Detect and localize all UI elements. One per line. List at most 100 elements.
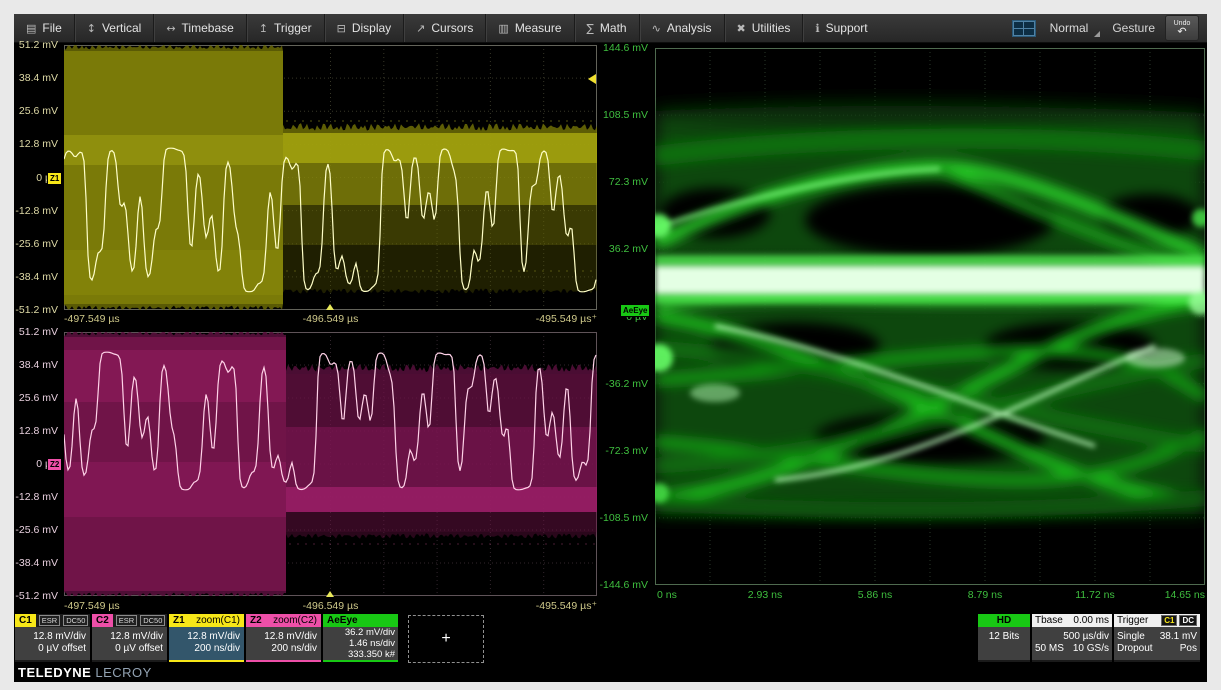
- z2-vdiv: 12.8 mV/div: [250, 631, 317, 643]
- hd-label: HD: [978, 614, 1030, 627]
- z2-title: zoom(C2): [273, 615, 317, 626]
- descriptor-c1[interactable]: C1ESRDC50 12.8 mV/div0 µV offset: [15, 614, 90, 662]
- descriptor-z2[interactable]: Z2 zoom(C2) 12.8 mV/div200 ns/div: [246, 614, 321, 662]
- math-icon: ∑: [587, 22, 594, 35]
- eye-diagram-waveform: [655, 48, 1205, 585]
- menu-label-display: Display: [352, 21, 391, 35]
- menu-label-analysis: Analysis: [667, 21, 712, 35]
- menu-item-file[interactable]: ▤File: [14, 14, 75, 42]
- tbase-value: 0.00 ms: [1073, 615, 1109, 626]
- tbase-label: Tbase: [1035, 615, 1063, 626]
- z1-title: zoom(C1): [196, 615, 240, 626]
- descriptor-c2[interactable]: C2ESRDC50 12.8 mV/div0 µV offset: [92, 614, 167, 662]
- menu-label-trigger: Trigger: [274, 21, 312, 35]
- z2-id: Z2: [250, 615, 262, 626]
- x-axis-label: 5.86 ns: [858, 589, 892, 601]
- x-axis-label: 2.93 ns: [748, 589, 782, 601]
- y-axis-label: -12.8 mV: [15, 205, 58, 217]
- hd-mode-box[interactable]: HD 12 Bits: [978, 614, 1030, 662]
- y-axis-label: 25.6 mV: [19, 392, 58, 404]
- x-axis-label: -497.549 µs: [64, 600, 120, 612]
- tbase-scale: 500 µs/div: [1035, 631, 1109, 643]
- y-axis-label: 38.4 mV: [19, 72, 58, 84]
- z1-tdiv: 200 ns/div: [173, 643, 240, 655]
- y-axis-label: 72.3 mV: [609, 176, 648, 188]
- c1-badge-dc50: DC50: [63, 615, 88, 626]
- grid-mode-icon[interactable]: [1012, 20, 1036, 37]
- y-axis-label: -108.5 mV: [600, 512, 648, 524]
- descriptor-aeeye[interactable]: AeEye 36.2 mV/div1.46 ns/div333.350 k#: [323, 614, 398, 662]
- y-axis-label: -25.6 mV: [15, 238, 58, 250]
- trigger-box[interactable]: TriggerC1DC Single38.1 mVDropoutPos: [1114, 614, 1200, 662]
- trigger-slope: Pos: [1180, 643, 1197, 655]
- x-axis-label: 11.72 ns: [1075, 589, 1115, 601]
- file-icon: ▤: [26, 22, 36, 35]
- y-axis-label: 144.6 mV: [603, 42, 648, 54]
- trigger-icon: ↥: [259, 22, 268, 35]
- z1-x-axis: -497.549 µs-496.549 µs-495.549 µs⁺: [64, 313, 597, 326]
- tbase-rate: 10 GS/s: [1073, 643, 1109, 655]
- teledyne-lecroy-logo: TELEDYNE LECROY: [18, 665, 152, 680]
- menu-item-math[interactable]: ∑ Math: [575, 14, 640, 42]
- logo-sub: LECROY: [95, 665, 151, 680]
- tbase-memory: 50 MS: [1035, 643, 1064, 655]
- logo-brand: TELEDYNE: [18, 665, 91, 680]
- trigger-level-marker[interactable]: [588, 74, 596, 84]
- x-axis-label: 8.79 ns: [968, 589, 1002, 601]
- z2-trigger-time-marker: [326, 591, 334, 597]
- trigger-type: Dropout: [1117, 643, 1153, 655]
- undo-arrow-icon: ↶: [1177, 26, 1186, 37]
- c1-id: C1: [15, 614, 36, 627]
- analysis-icon: ∿: [652, 22, 661, 35]
- z2-tdiv: 200 ns/div: [250, 643, 317, 655]
- y-axis-label: -38.4 mV: [15, 271, 58, 283]
- x-axis-label: -496.549 µs: [303, 313, 359, 325]
- menu-item-utilities[interactable]: ✖ Utilities: [725, 14, 804, 42]
- dropdown-corner-icon: [1094, 31, 1100, 37]
- screenshot-frame: ▤File ↕Vertical ↔Timebase ↥ Trigger ⊟Disp…: [0, 0, 1221, 690]
- z1-channel-marker[interactable]: Z1: [47, 172, 62, 185]
- hd-bits: 12 Bits: [978, 627, 1030, 660]
- grid-mode-dropdown[interactable]: Normal: [1046, 19, 1103, 37]
- menu-label-math: Math: [600, 21, 627, 35]
- eye-diagram-grid[interactable]: [655, 48, 1205, 585]
- c1-offset: 0 µV offset: [19, 643, 86, 655]
- y-axis-label: 36.2 mV: [609, 243, 648, 255]
- z2-waveform-grid[interactable]: [64, 332, 597, 596]
- eye-channel-marker[interactable]: AeEye: [620, 304, 650, 317]
- menu-label-cursors: Cursors: [431, 21, 473, 35]
- menu-item-measure[interactable]: ▥Measure: [486, 14, 574, 42]
- y-axis-label: -12.8 mV: [15, 491, 58, 503]
- z1-trigger-time-marker: [326, 304, 334, 310]
- x-axis-label: -496.549 µs: [303, 600, 359, 612]
- y-axis-label: 51.2 mV: [19, 326, 58, 338]
- timebase-box[interactable]: Tbase 0.00 ms 500 µs/div50 MS 10 GS/s: [1032, 614, 1112, 662]
- gesture-label: Gesture: [1112, 21, 1155, 35]
- y-axis-label: -51.2 mV: [15, 590, 58, 602]
- menu-item-display[interactable]: ⊟Display: [325, 14, 405, 42]
- x-axis-label: 0 ns: [657, 589, 677, 601]
- menu-label-vertical: Vertical: [102, 21, 141, 35]
- menu-item-timebase[interactable]: ↔Timebase: [154, 14, 246, 42]
- aeeye-tdiv: 1.46 ns/div: [326, 639, 395, 650]
- menu-item-analysis[interactable]: ∿ Analysis: [640, 14, 725, 42]
- descriptor-z1[interactable]: Z1zoom(C1) 12.8 mV/div200 ns/div: [169, 614, 244, 662]
- menu-item-support[interactable]: ℹSupport: [803, 14, 879, 42]
- y-axis-label: 12.8 mV: [19, 425, 58, 437]
- z2-x-axis: -497.549 µs-496.549 µs-495.549 µs⁺: [64, 600, 597, 613]
- menu-label-timebase: Timebase: [182, 21, 234, 35]
- z1-waveform-grid[interactable]: [64, 45, 597, 310]
- utilities-icon: ✖: [737, 22, 746, 35]
- menu-item-trigger[interactable]: ↥ Trigger: [247, 14, 325, 42]
- menu-item-cursors[interactable]: ↗Cursors: [404, 14, 486, 42]
- c1-badge-esr: ESR: [39, 615, 60, 626]
- gesture-undo-button[interactable]: Undo↶: [1165, 15, 1199, 41]
- y-axis-label: -36.2 mV: [605, 378, 648, 390]
- y-axis-label: 38.4 mV: [19, 359, 58, 371]
- add-trace-button[interactable]: +: [408, 615, 484, 663]
- oscilloscope-app: ▤File ↕Vertical ↔Timebase ↥ Trigger ⊟Disp…: [14, 14, 1207, 682]
- x-axis-label: 14.65 ns: [1165, 589, 1205, 601]
- menu-label-utilities: Utilities: [752, 21, 791, 35]
- z2-channel-marker[interactable]: Z2: [47, 458, 62, 471]
- menu-item-vertical[interactable]: ↕Vertical: [75, 14, 155, 42]
